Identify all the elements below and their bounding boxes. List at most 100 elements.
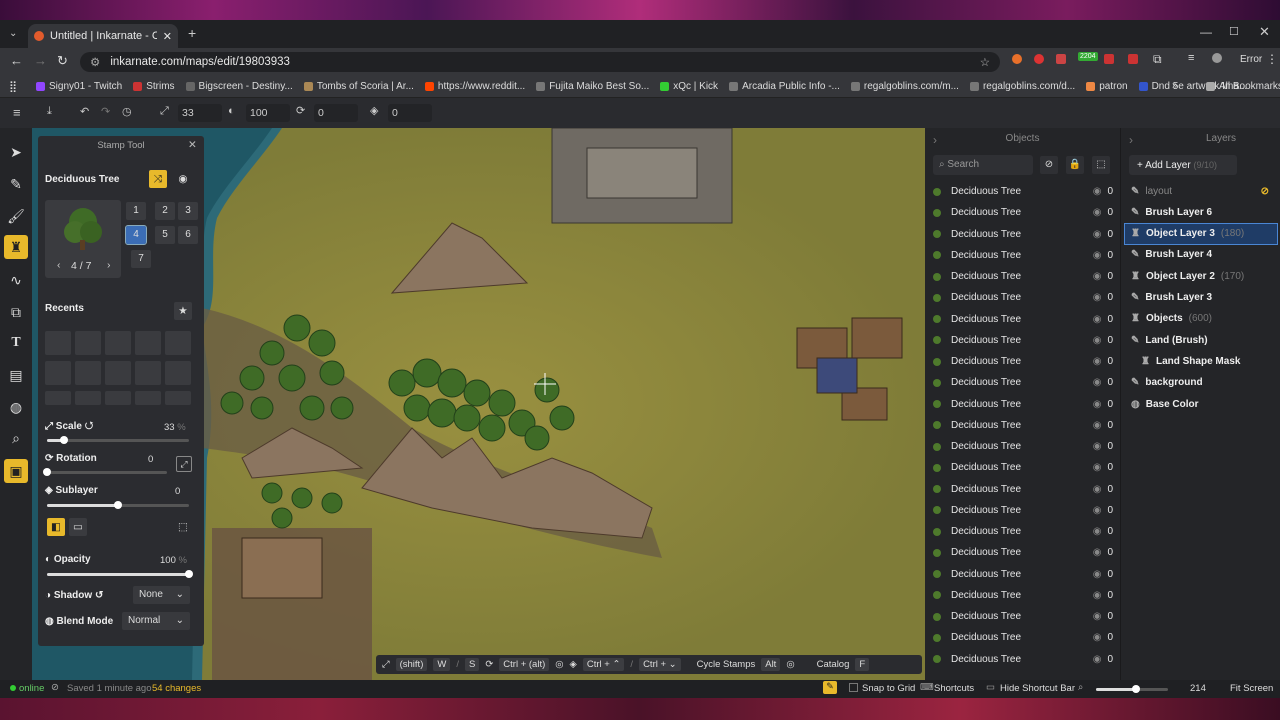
variant-3[interactable]: 3 [178, 202, 198, 220]
object-row[interactable]: Deciduous Tree ◉ 0 [933, 606, 1113, 627]
bookmark-star-icon[interactable]: ☆ [980, 55, 990, 69]
shadow-select[interactable]: None ⌄ [133, 586, 190, 604]
visibility-icon[interactable]: ◉ [1093, 569, 1102, 580]
bookmark-item[interactable]: Tombs of Scoria | Ar... [303, 81, 414, 92]
visibility-icon[interactable]: ◉ [1093, 441, 1102, 452]
rotation-slider-handle[interactable] [43, 468, 51, 476]
visibility-icon[interactable]: ◉ [1093, 186, 1102, 197]
layer-row[interactable]: ✎ Brush Layer 6 [1125, 202, 1277, 222]
snap-checkbox[interactable] [849, 683, 858, 692]
visibility-icon[interactable]: ◉ [1093, 356, 1102, 367]
error-label[interactable]: Error [1240, 54, 1262, 65]
hidden-layer-icon[interactable]: ⊘ [1261, 186, 1269, 197]
path-tool-icon[interactable]: ∿ [4, 268, 28, 292]
new-tab-icon[interactable]: + [188, 25, 196, 41]
object-row[interactable]: Deciduous Tree ◉ 0 [933, 436, 1113, 457]
recent-stamp[interactable] [165, 361, 191, 385]
address-bar[interactable]: ⚙ inkarnate.com/maps/edit/19803933 ☆ [80, 52, 1000, 72]
opacity-slider[interactable] [47, 570, 193, 578]
object-row[interactable]: Deciduous Tree ◉ 0 [933, 564, 1113, 585]
visibility-icon[interactable]: ◉ [1093, 462, 1102, 473]
visibility-icon[interactable]: ◉ [1093, 314, 1102, 325]
recent-stamp[interactable] [165, 391, 191, 405]
forward-icon[interactable]: → [34, 53, 47, 68]
scale-slider-handle[interactable] [60, 436, 69, 444]
object-row[interactable]: Deciduous Tree ◉ 0 [933, 245, 1113, 266]
bookmark-item[interactable]: Arcadia Public Info -... [729, 81, 840, 92]
visibility-icon[interactable]: ◉ [1093, 526, 1102, 537]
object-row[interactable]: Deciduous Tree ◉ 0 [933, 627, 1113, 648]
variant-2[interactable]: 2 [155, 202, 175, 220]
recent-stamp[interactable] [45, 361, 71, 385]
extension-icon[interactable] [1056, 54, 1066, 64]
bookmark-item[interactable]: regalgoblins.com/d... [969, 81, 1075, 92]
visibility-icon[interactable]: ◉ [1093, 271, 1102, 282]
rotation-mode-icon[interactable]: ⤢ [176, 456, 192, 472]
browser-menu-icon[interactable]: ⋮ [1266, 52, 1278, 66]
toolbar-opacity-field[interactable]: 100 [246, 104, 290, 122]
visibility-icon[interactable]: ◉ [1093, 654, 1102, 665]
object-row[interactable]: Deciduous Tree ◉ 0 [933, 415, 1113, 436]
layer-row[interactable]: ✎ layout ⊘ [1125, 181, 1277, 201]
scale-value[interactable]: 33 % [164, 422, 186, 433]
recent-stamp[interactable] [45, 331, 71, 355]
close-tab-icon[interactable]: ✕ [163, 30, 172, 43]
visibility-icon[interactable]: ◉ [1093, 484, 1102, 495]
visibility-icon[interactable]: ◉ [1093, 420, 1102, 431]
select-tool-icon[interactable]: ➤ [4, 140, 28, 164]
save-icon[interactable]: ▣ [4, 459, 28, 483]
history-icon[interactable]: ◷ [122, 105, 132, 118]
more-bookmarks-icon[interactable]: » [1172, 80, 1178, 91]
layer-row[interactable]: ◍ Base Color [1125, 394, 1277, 414]
recent-stamp[interactable] [135, 331, 161, 355]
extension-icon[interactable] [1034, 54, 1044, 64]
below-icon[interactable]: ▭ [69, 518, 87, 536]
select-box-icon[interactable]: ⬚ [1092, 156, 1110, 174]
brush-tool-icon[interactable]: ✎ [4, 172, 28, 196]
visibility-icon[interactable]: ◉ [1093, 399, 1102, 410]
opacity-slider-handle[interactable] [185, 570, 193, 578]
blend-mode-select[interactable]: Normal ⌄ [122, 612, 190, 630]
all-bookmarks[interactable]: All Bookmarks [1206, 81, 1280, 92]
object-row[interactable]: Deciduous Tree ◉ 0 [933, 500, 1113, 521]
media-icon[interactable]: ≡ [1188, 52, 1194, 64]
object-row[interactable]: Deciduous Tree ◉ 0 [933, 330, 1113, 351]
profile-avatar[interactable] [1212, 53, 1222, 63]
layer-row[interactable]: ♜ Objects (600) [1125, 309, 1277, 329]
undo-icon[interactable]: ↶ [80, 105, 89, 118]
object-row[interactable]: Deciduous Tree ◉ 0 [933, 181, 1113, 202]
apps-grid-icon[interactable]: ⣿ [9, 80, 17, 93]
hide-all-icon[interactable]: ⊘ [1040, 156, 1058, 174]
layer-row[interactable]: ✎ Land (Brush) [1125, 330, 1277, 350]
above-icon[interactable]: ◧ [47, 518, 65, 536]
layer-row[interactable]: ✎ Brush Layer 4 [1125, 245, 1277, 265]
variant-6[interactable]: 6 [178, 226, 198, 244]
shortcuts-button[interactable]: Shortcuts [934, 683, 974, 694]
visibility-icon[interactable]: ◉ [1093, 611, 1102, 622]
bookmark-item[interactable]: https://www.reddit... [424, 81, 525, 92]
reload-icon[interactable]: ↻ [57, 53, 68, 69]
close-window-icon[interactable]: ✕ [1259, 24, 1270, 40]
next-variant-icon[interactable]: › [107, 259, 111, 271]
extension-badge[interactable]: 2204 [1078, 52, 1098, 61]
rotation-value[interactable]: 0 [148, 454, 153, 465]
object-row[interactable]: Deciduous Tree ◉ 0 [933, 521, 1113, 542]
shapes-tool-icon[interactable]: ⧉ [4, 300, 28, 324]
bookmark-item[interactable]: Bigscreen - Destiny... [185, 81, 293, 92]
object-row[interactable]: Deciduous Tree ◉ 0 [933, 394, 1113, 415]
object-row[interactable]: Deciduous Tree ◉ 0 [933, 351, 1113, 372]
object-row[interactable]: Deciduous Tree ◉ 0 [933, 266, 1113, 287]
bookmark-item[interactable]: xQc | Kick [660, 81, 718, 92]
hide-shortcut-bar-button[interactable]: Hide Shortcut Bar [1000, 683, 1075, 694]
visibility-icon[interactable]: ◉ [1093, 229, 1102, 240]
variant-5[interactable]: 5 [155, 226, 175, 244]
extensions-puzzle-icon[interactable]: ⧉ [1153, 52, 1162, 67]
add-layer-button[interactable]: + Add Layer (9/10) [1129, 155, 1237, 175]
recent-stamp[interactable] [135, 391, 161, 405]
layer-row[interactable]: ♜ Object Layer 3 (180) [1124, 222, 1278, 245]
visibility-icon[interactable]: ◉ [1093, 377, 1102, 388]
visibility-icon[interactable]: ◉ [1093, 292, 1102, 303]
crop-icon[interactable]: ⬚ [174, 518, 192, 536]
layer-row[interactable]: ✎ Brush Layer 3 [1125, 288, 1277, 308]
object-row[interactable]: Deciduous Tree ◉ 0 [933, 372, 1113, 393]
